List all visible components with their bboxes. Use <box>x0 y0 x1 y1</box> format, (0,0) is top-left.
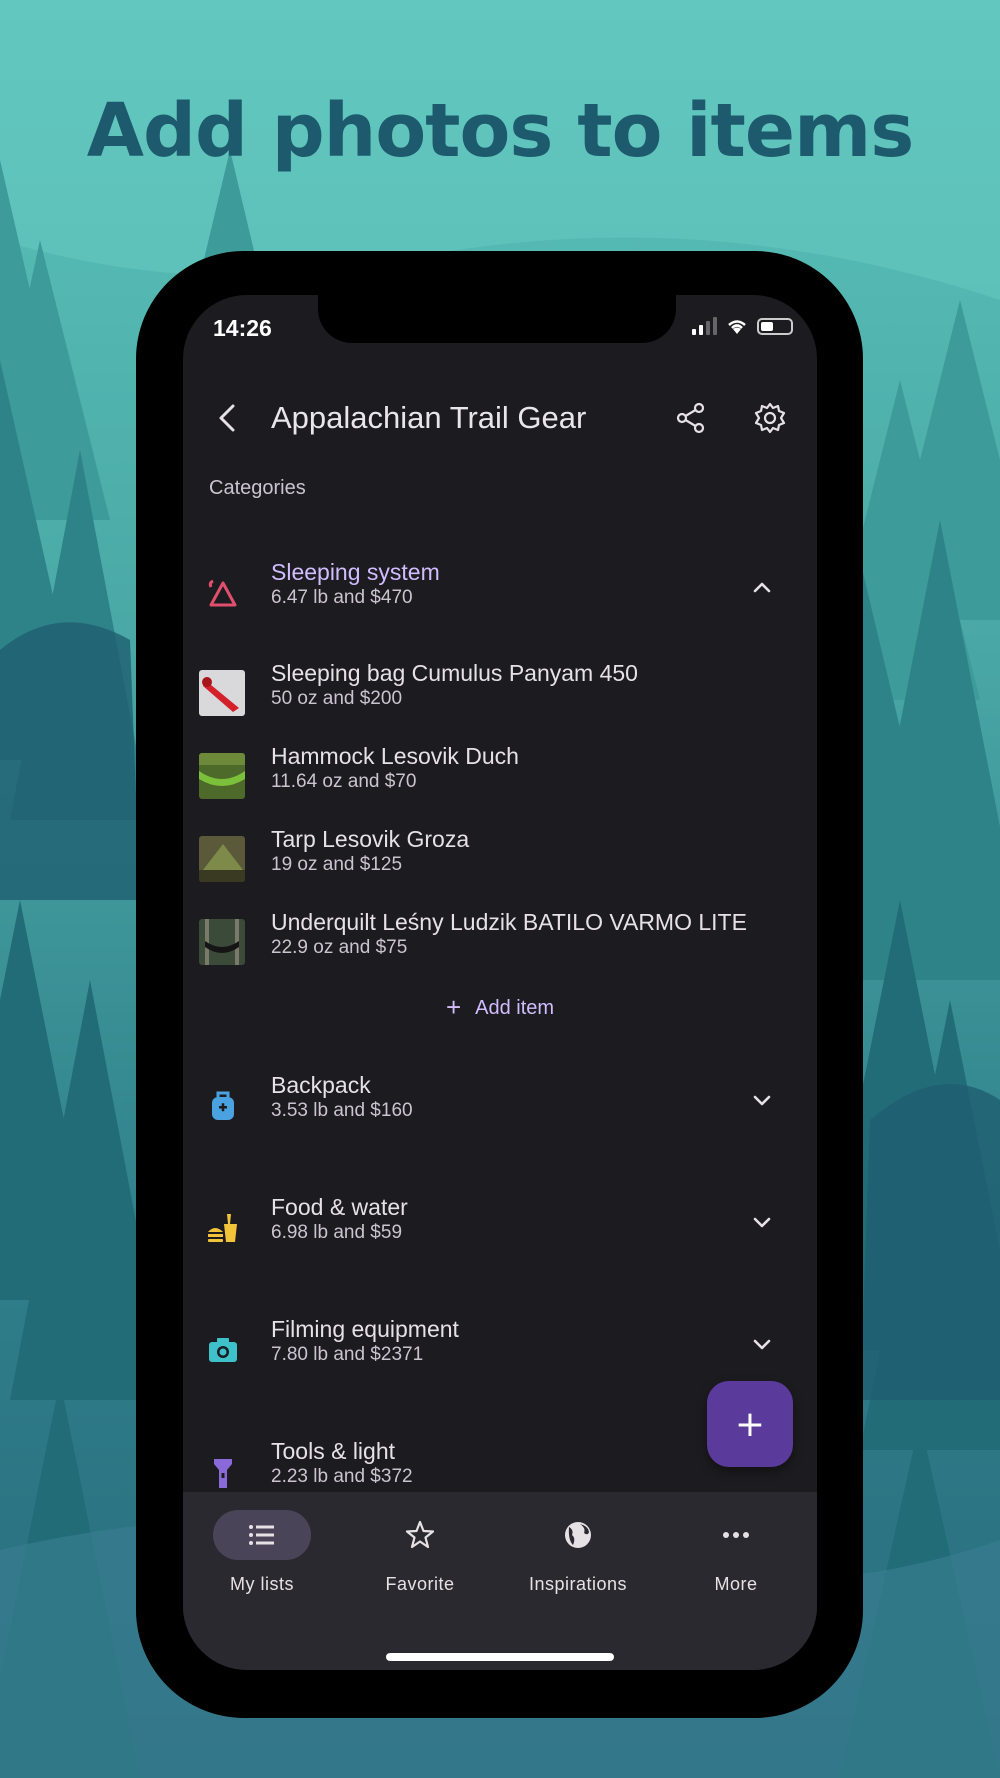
category-name: Tools & light <box>271 1438 396 1464</box>
back-arrow-icon[interactable] <box>213 402 245 434</box>
item-name: Tarp Lesovik Groza <box>271 826 470 852</box>
item-summary: 50 oz and $200 <box>271 688 403 709</box>
category-food-water[interactable]: Food & water 6.98 lb and $59 <box>183 1194 817 1264</box>
tent-icon <box>208 579 237 607</box>
star-icon <box>405 1520 435 1549</box>
list-item[interactable]: Sleeping bag Cumulus Panyam 450 50 oz an… <box>183 660 817 720</box>
chevron-down-icon[interactable] <box>748 1330 776 1358</box>
nav-label: My lists <box>230 1574 294 1594</box>
nav-inspirations[interactable]: Inspirations <box>499 1510 657 1600</box>
more-dots-icon <box>723 1532 749 1538</box>
nav-my-lists[interactable]: My lists <box>183 1510 341 1600</box>
cellular-signal-icon <box>692 317 717 335</box>
list-item[interactable]: Hammock Lesovik Duch 11.64 oz and $70 <box>183 743 817 803</box>
category-summary: 6.47 lb and $470 <box>271 587 413 608</box>
chevron-up-icon[interactable] <box>748 573 776 601</box>
item-summary: 11.64 oz and $70 <box>271 771 417 792</box>
add-item-label: Add item <box>475 997 555 1019</box>
item-summary: 22.9 oz and $75 <box>271 937 408 958</box>
category-name: Filming equipment <box>271 1316 459 1342</box>
item-name: Hammock Lesovik Duch <box>271 743 519 769</box>
category-name: Food & water <box>271 1194 408 1220</box>
category-summary: 3.53 lb and $160 <box>271 1100 413 1121</box>
wifi-icon <box>728 320 746 334</box>
nav-label: Inspirations <box>528 1574 628 1594</box>
list-item[interactable]: Underquilt Leśny Ludzik BATILO VARMO LIT… <box>183 909 817 969</box>
chevron-down-icon[interactable] <box>748 1086 776 1114</box>
item-photo <box>199 753 245 799</box>
category-name: Sleeping system <box>271 559 440 585</box>
gear-icon[interactable] <box>754 402 786 434</box>
category-name: Backpack <box>271 1072 371 1098</box>
category-sleeping-system[interactable]: Sleeping system 6.47 lb and $470 <box>183 559 817 629</box>
notch <box>318 295 676 343</box>
nav-more[interactable]: More <box>657 1510 815 1600</box>
chevron-down-icon[interactable] <box>748 1208 776 1236</box>
add-fab-button[interactable]: + <box>707 1381 793 1467</box>
nav-favorite[interactable]: Favorite <box>341 1510 499 1600</box>
camera-icon <box>209 1338 237 1362</box>
item-photo <box>199 670 245 716</box>
bottom-navigation: My lists Favorite Inspirations More <box>183 1492 817 1670</box>
list-icon <box>249 1525 274 1545</box>
app-bar: Appalachian Trail Gear <box>183 390 817 446</box>
plus-icon: + <box>445 992 462 1022</box>
food-icon <box>208 1214 237 1242</box>
item-photo <box>199 836 245 882</box>
category-summary: 7.80 lb and $2371 <box>271 1344 424 1365</box>
page-title: Appalachian Trail Gear <box>271 400 587 435</box>
nav-label: Favorite <box>385 1574 455 1594</box>
add-item-button[interactable]: + Add item <box>183 992 817 1023</box>
category-summary: 2.23 lb and $372 <box>271 1466 413 1487</box>
nav-label: More <box>714 1574 758 1594</box>
home-indicator <box>386 1653 614 1661</box>
item-name: Underquilt Leśny Ludzik BATILO VARMO LIT… <box>271 909 747 935</box>
battery-icon <box>757 317 793 335</box>
item-summary: 19 oz and $125 <box>271 854 403 875</box>
list-item[interactable]: Tarp Lesovik Groza 19 oz and $125 <box>183 826 817 886</box>
item-photo <box>199 919 245 965</box>
share-icon[interactable] <box>675 402 707 434</box>
categories-label: Categories <box>209 477 306 499</box>
status-time: 14:26 <box>213 315 272 341</box>
item-name: Sleeping bag Cumulus Panyam 450 <box>271 660 638 686</box>
status-icons <box>692 317 793 335</box>
category-summary: 6.98 lb and $59 <box>271 1222 403 1243</box>
flashlight-icon <box>214 1459 232 1488</box>
backpack-icon <box>212 1091 234 1120</box>
globe-icon <box>565 1522 591 1548</box>
promo-headline: Add photos to items <box>86 88 915 174</box>
category-filming-equipment[interactable]: Filming equipment 7.80 lb and $2371 <box>183 1316 817 1386</box>
category-backpack[interactable]: Backpack 3.53 lb and $160 <box>183 1072 817 1142</box>
phone-screen: 14:26 Appalachian Trail Gear Categories <box>183 295 817 1670</box>
